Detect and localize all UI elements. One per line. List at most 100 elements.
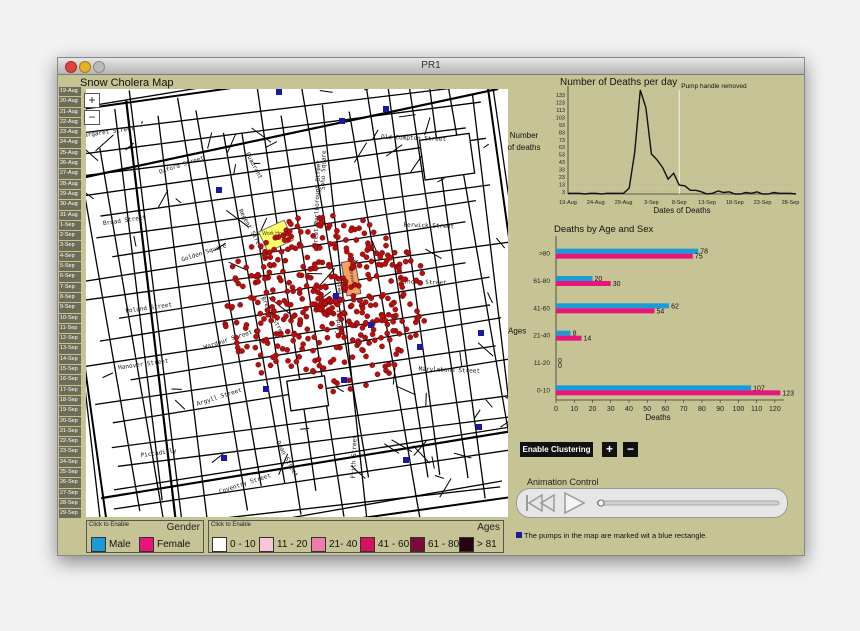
death-marker[interactable] [324,334,331,341]
death-marker[interactable] [305,335,311,342]
pump-marker[interactable] [276,89,282,95]
death-marker[interactable] [288,363,295,370]
death-marker[interactable] [274,314,280,321]
death-marker[interactable] [366,340,372,346]
death-marker[interactable] [368,295,375,301]
animation-slider-track[interactable] [596,500,780,506]
date-button[interactable]: 22-Sep [59,437,81,447]
death-marker[interactable] [254,328,261,334]
death-marker[interactable] [284,288,290,295]
death-marker[interactable] [330,388,336,395]
death-marker[interactable] [350,264,357,271]
death-marker[interactable] [342,237,349,243]
death-marker[interactable] [338,316,345,322]
death-marker[interactable] [412,319,419,326]
death-marker[interactable] [384,330,391,337]
death-marker[interactable] [278,277,284,284]
death-marker[interactable] [297,229,304,235]
death-marker[interactable] [378,334,384,341]
death-marker[interactable] [233,319,240,326]
legend-age-0-10[interactable]: 0 - 10 [212,537,256,552]
death-marker[interactable] [270,296,276,302]
date-button[interactable]: 27-Sep [59,488,81,498]
death-marker[interactable] [402,258,409,265]
death-marker[interactable] [340,310,347,316]
death-marker[interactable] [278,248,285,255]
death-marker[interactable] [417,262,424,269]
death-marker[interactable] [348,302,355,309]
death-marker[interactable] [374,371,381,378]
date-button[interactable]: 29-Aug [59,189,81,200]
death-marker[interactable] [341,359,348,366]
death-marker[interactable] [331,378,337,384]
pump-marker[interactable] [341,377,347,383]
death-marker[interactable] [413,277,420,284]
date-button[interactable]: 11-Sep [59,323,81,334]
death-marker[interactable] [400,291,407,298]
date-button[interactable]: 16-Sep [59,375,81,385]
death-marker[interactable] [281,297,288,304]
death-marker[interactable] [279,345,286,352]
death-marker[interactable] [293,358,300,365]
death-marker[interactable] [389,301,396,307]
death-marker[interactable] [391,249,398,256]
death-marker[interactable] [322,300,328,307]
legend-male[interactable]: Male [91,537,131,552]
date-button[interactable]: 24-Sep [59,457,81,467]
death-marker[interactable] [263,289,270,296]
death-marker[interactable] [357,297,363,304]
date-button[interactable]: 3-Sep [59,241,81,251]
death-marker[interactable] [287,301,294,308]
date-button[interactable]: 30-Aug [59,200,81,210]
date-button[interactable]: 28-Aug [59,179,81,189]
death-marker[interactable] [252,344,259,351]
death-marker[interactable] [386,336,393,343]
death-marker[interactable] [257,310,264,317]
date-button[interactable]: 21-Aug [59,107,81,117]
pump-marker[interactable] [417,344,423,350]
death-marker[interactable] [310,288,317,294]
death-marker[interactable] [362,299,369,305]
death-marker[interactable] [340,222,347,229]
date-button[interactable]: 27-Aug [59,169,81,179]
death-marker[interactable] [299,296,305,302]
death-marker[interactable] [250,295,257,302]
death-marker[interactable] [303,283,310,289]
death-marker[interactable] [319,234,326,241]
death-marker[interactable] [374,317,380,323]
death-marker[interactable] [403,326,410,333]
death-marker[interactable] [396,265,402,271]
death-marker[interactable] [273,358,279,365]
death-marker[interactable] [361,230,368,237]
death-marker[interactable] [330,356,337,363]
death-marker[interactable] [405,250,412,256]
death-marker[interactable] [419,270,426,276]
death-marker[interactable] [347,386,354,392]
death-marker[interactable] [258,369,265,376]
date-button[interactable]: 9-Sep [59,303,81,313]
death-marker[interactable] [333,298,339,304]
death-marker[interactable] [255,278,261,285]
death-marker[interactable] [261,252,268,259]
death-marker[interactable] [316,244,323,251]
death-marker[interactable] [290,337,296,344]
pump-marker[interactable] [368,322,374,328]
legend-female[interactable]: Female [139,537,190,552]
death-marker[interactable] [289,284,296,291]
death-marker[interactable] [375,261,382,268]
death-marker[interactable] [343,245,350,251]
death-marker[interactable] [257,352,264,359]
death-marker[interactable] [253,333,259,340]
death-marker[interactable] [321,310,328,317]
death-marker[interactable] [300,263,306,270]
death-marker[interactable] [399,318,406,324]
death-marker[interactable] [266,261,273,268]
legend-age-21-40[interactable]: 21- 40 [311,537,357,552]
death-marker[interactable] [354,320,360,326]
death-marker[interactable] [244,343,250,350]
rewind-icon[interactable] [526,493,555,513]
death-marker[interactable] [326,263,333,270]
death-marker[interactable] [369,362,376,368]
death-marker[interactable] [281,237,288,243]
date-button[interactable]: 24-Aug [59,138,81,148]
